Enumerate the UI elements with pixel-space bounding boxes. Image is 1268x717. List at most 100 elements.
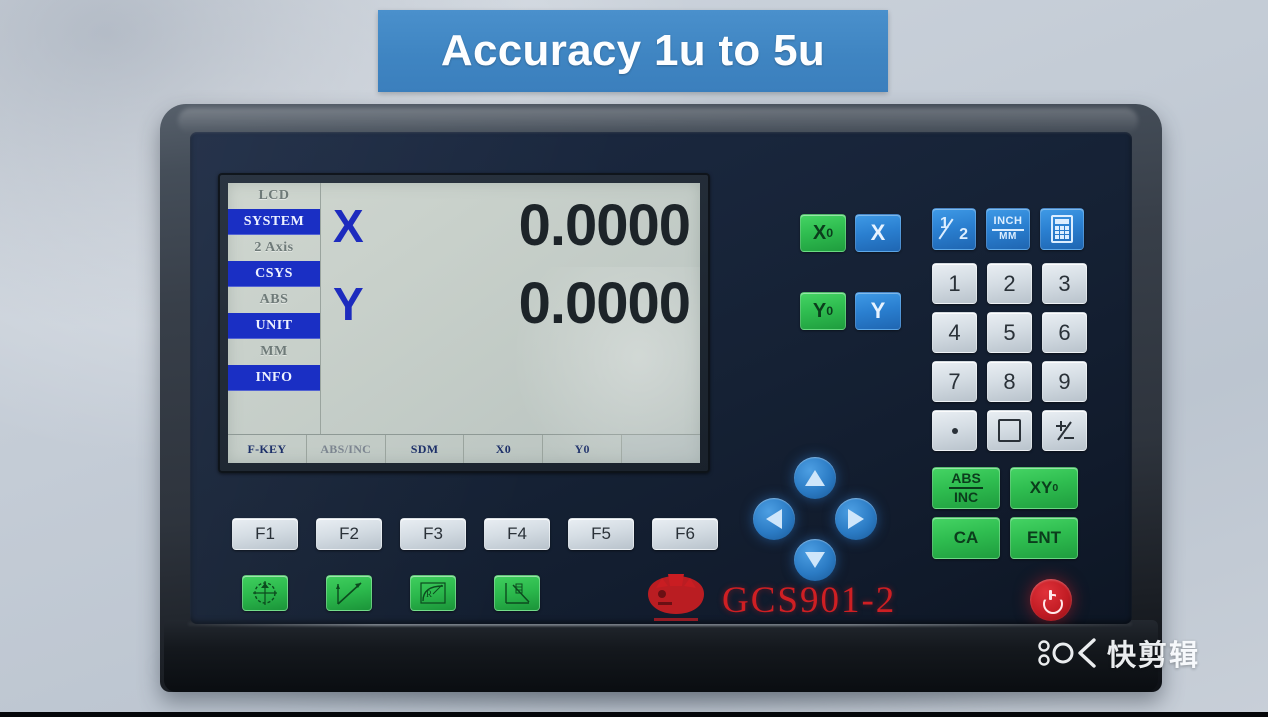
- arc-radius-icon: R: [417, 580, 449, 606]
- enter-button[interactable]: ENT: [1010, 517, 1078, 559]
- function-key-f4[interactable]: F4: [484, 518, 550, 550]
- dro-device: LCD SYSTEM 2 Axis CSYS ABS UNIT MM INFO: [160, 104, 1162, 692]
- axis-value-x: 0.0000: [518, 193, 691, 258]
- arrow-up-icon: [805, 470, 825, 486]
- soft-key-x0[interactable]: X0: [464, 435, 544, 463]
- inc-label: INC: [953, 489, 979, 505]
- axis-value-y: 0.0000: [518, 271, 691, 336]
- bottom-letterbox-bar: [0, 712, 1268, 717]
- function-key-f5[interactable]: F5: [568, 518, 634, 550]
- y-axis-label: Y: [870, 298, 886, 323]
- numeric-key-2[interactable]: 2: [987, 263, 1032, 304]
- arc-radius-button[interactable]: R: [410, 575, 456, 611]
- plus-minus-key[interactable]: [1042, 410, 1087, 451]
- arrow-left-icon: [766, 509, 782, 529]
- shell-top-highlight: [178, 108, 1138, 134]
- sidebar-filler: [228, 391, 320, 417]
- sidebar-item-system[interactable]: SYSTEM: [228, 209, 320, 235]
- bolt-hole-circle-button[interactable]: [242, 575, 288, 611]
- headline-banner: Accuracy 1u to 5u: [378, 10, 888, 92]
- sidebar-item-2axis[interactable]: 2 Axis: [228, 235, 320, 261]
- power-icon: [1042, 590, 1063, 614]
- axis-row-y: Y 0.0000: [331, 265, 694, 343]
- axis-row-x: X 0.0000: [331, 187, 694, 265]
- numeric-key-0[interactable]: [987, 410, 1032, 451]
- numeric-key-3[interactable]: 3: [1042, 263, 1087, 304]
- y-zero-button[interactable]: Y0: [800, 292, 846, 330]
- function-key-f6[interactable]: F6: [652, 518, 718, 550]
- arrow-right-icon: [848, 509, 864, 529]
- kuaijianji-logo-icon: [1038, 638, 1096, 668]
- axis-label-x: X: [333, 200, 364, 252]
- xy-zero-sub: 0: [1052, 482, 1059, 494]
- lcd-screen: LCD SYSTEM 2 Axis CSYS ABS UNIT MM INFO: [228, 183, 700, 463]
- sidebar-item-mm[interactable]: MM: [228, 339, 320, 365]
- calculator-button[interactable]: [1040, 208, 1084, 250]
- sidebar-item-info[interactable]: INFO: [228, 365, 320, 391]
- half-button[interactable]: 1 2: [932, 208, 976, 250]
- one-half-icon: 1 2: [938, 215, 969, 243]
- inch-mm-icon: INCH MM: [992, 214, 1024, 242]
- sidebar-item-lcd[interactable]: LCD: [228, 183, 320, 209]
- numeric-key-5[interactable]: 5: [987, 312, 1032, 353]
- screenshot-root: Accuracy 1u to 5u LCD SYSTEM 2 Axis CSYS…: [0, 0, 1268, 717]
- numeric-key-4[interactable]: 4: [932, 312, 977, 353]
- plus-minus-icon: [1053, 420, 1077, 442]
- sidebar-item-abs[interactable]: ABS: [228, 287, 320, 313]
- abs-inc-icon: ABS INC: [949, 471, 983, 504]
- soft-key-y0[interactable]: Y0: [543, 435, 623, 463]
- soft-key-f-key[interactable]: F-KEY: [228, 435, 307, 463]
- x-zero-button[interactable]: X0: [800, 214, 846, 252]
- y-zero-label: Y: [812, 299, 827, 322]
- mm-label: MM: [999, 230, 1017, 242]
- bolt-hole-circle-icon: [249, 580, 281, 606]
- numeric-key-6[interactable]: 6: [1042, 312, 1087, 353]
- arrow-down-button[interactable]: [794, 539, 836, 581]
- xy-zero-label: XY: [1029, 478, 1053, 497]
- xy-zero-button[interactable]: XY 0: [1010, 467, 1078, 509]
- function-key-f2[interactable]: F2: [316, 518, 382, 550]
- arrow-up-button[interactable]: [794, 457, 836, 499]
- x-axis-button[interactable]: X: [855, 214, 901, 252]
- headline-text: Accuracy 1u to 5u: [440, 26, 826, 75]
- soft-key-abs-inc[interactable]: ABS/INC: [307, 435, 386, 463]
- device-faceplate: LCD SYSTEM 2 Axis CSYS ABS UNIT MM INFO: [190, 132, 1132, 624]
- watermark: 快剪辑: [1036, 632, 1200, 674]
- inch-mm-button[interactable]: INCH MM: [986, 208, 1030, 250]
- lcd-sidebar: LCD SYSTEM 2 Axis CSYS ABS UNIT MM INFO: [228, 183, 321, 434]
- taper-slope-icon: [501, 580, 533, 606]
- x-zero-sub: 0: [826, 226, 834, 240]
- abs-inc-button[interactable]: ABS INC: [932, 467, 1000, 509]
- clear-all-button[interactable]: CA: [932, 517, 1000, 559]
- x-axis-label: X: [870, 220, 886, 245]
- function-key-f1[interactable]: F1: [232, 518, 298, 550]
- decimal-point-icon: [951, 427, 958, 434]
- numeric-key-9[interactable]: 9: [1042, 361, 1087, 402]
- function-key-f3[interactable]: F3: [400, 518, 466, 550]
- svg-text:R: R: [426, 589, 432, 599]
- soft-key-sdm[interactable]: SDM: [386, 435, 465, 463]
- decimal-point-key[interactable]: [932, 410, 977, 451]
- numeric-key-1[interactable]: 1: [932, 263, 977, 304]
- numeric-key-8[interactable]: 8: [987, 361, 1032, 402]
- lcd-bezel: LCD SYSTEM 2 Axis CSYS ABS UNIT MM INFO: [218, 173, 710, 473]
- power-button[interactable]: [1030, 579, 1072, 621]
- x-zero-label: X: [812, 221, 827, 244]
- model-name: GCS901-2: [722, 580, 897, 621]
- soft-key-empty[interactable]: [622, 435, 700, 463]
- sidebar-item-csys[interactable]: CSYS: [228, 261, 320, 287]
- brand-logo-icon: [638, 572, 714, 624]
- arrow-right-button[interactable]: [835, 498, 877, 540]
- calculator-icon: [1051, 215, 1073, 243]
- inch-label: INCH: [993, 214, 1023, 227]
- linear-hole-button[interactable]: [326, 575, 372, 611]
- y-zero-sub: 0: [826, 304, 834, 318]
- arrow-left-button[interactable]: [753, 498, 795, 540]
- numeric-key-7[interactable]: 7: [932, 361, 977, 402]
- linear-hole-icon: [333, 580, 365, 606]
- y-axis-button[interactable]: Y: [855, 292, 901, 330]
- axis-label-y: Y: [333, 278, 364, 330]
- taper-slope-button[interactable]: [494, 575, 540, 611]
- sidebar-item-unit[interactable]: UNIT: [228, 313, 320, 339]
- arrow-down-icon: [805, 552, 825, 568]
